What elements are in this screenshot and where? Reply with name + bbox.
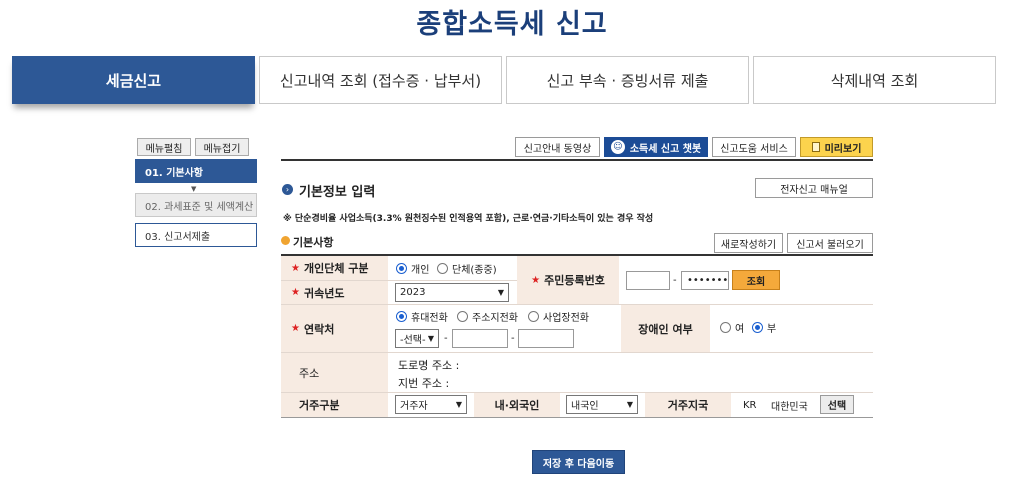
country-choose-button[interactable]: 선택 [820,395,854,414]
phone-dash: - [511,333,515,344]
guide-video-button[interactable]: 신고안내 동영상 [515,137,600,157]
rrn-dash: - [673,275,677,286]
tab-tax-filing[interactable]: 세금신고 [12,56,255,104]
lookup-button[interactable]: 조회 [732,270,780,290]
country-label: 거주지국 [645,393,731,417]
menu-collapse-button[interactable]: 메뉴접기 [195,138,249,156]
bullet-icon [281,236,290,245]
sub-title: 기본사항 [293,236,334,249]
sidebar-item-tax-calc[interactable]: 02. 과세표준 및 세액계산 [135,193,257,217]
new-form-button[interactable]: 새로작성하기 [714,233,783,253]
radio-off-icon [528,310,539,322]
phone-prefix-select[interactable]: -선택- ▼ [395,329,439,348]
divider [281,159,873,161]
year-label: ★ 귀속년도 [281,281,388,304]
rrn-front-input[interactable] [626,271,670,290]
tab-attachments[interactable]: 신고 부속 · 증빙서류 제출 [506,56,749,104]
sidebar-item-submit[interactable]: 03. 신고서제출 [135,223,257,247]
radio-off-icon [437,262,448,274]
nationality-label: 내·외국인 [474,393,560,417]
phone-mobile-radio[interactable]: 휴대전화 [396,309,448,324]
notice-text: ※ 단순경비율 사업소득(3.3% 원천징수된 인적용역 포함), 근로·연금·… [283,214,654,224]
type-individual-radio[interactable]: 개인 [396,256,429,280]
tab-filing-history[interactable]: 신고내역 조회 (접수증 · 납부서) [259,56,502,104]
save-next-button[interactable]: 저장 후 다음이동 [532,450,625,474]
tab-deleted-history[interactable]: 삭제내역 조회 [753,56,996,104]
contact-label: ★ 연락처 [281,305,388,352]
lot-address-text: 지번 주소 : [398,377,450,390]
disabled-no-radio[interactable]: 부 [752,320,776,335]
help-service-button[interactable]: 신고도움 서비스 [712,137,796,157]
road-address-text: 도로명 주소 : [398,359,460,372]
country-code: KR [743,399,757,411]
residence-label: 거주구분 [281,393,388,417]
country-name: 대한민국 [771,401,808,413]
table-bottom-border [281,417,873,418]
menu-expand-button[interactable]: 메뉴펼침 [137,138,191,156]
rrn-label: ★ 주민등록번호 [517,256,619,304]
radio-off-icon [720,321,731,333]
section-title: 기본정보 입력 [299,185,376,200]
radio-on-icon [752,321,763,333]
caret-down-icon: ▼ [191,185,197,193]
phone-work-radio[interactable]: 사업장전화 [528,309,589,324]
preview-button[interactable]: 미리보기 [800,137,873,157]
radio-on-icon [396,310,407,322]
chevron-down-icon: ▼ [626,400,633,409]
radio-off-icon [457,310,468,322]
address-label: 주소 [281,353,388,392]
chatbot-label: 소득세 신고 챗봇 [629,143,702,155]
disabled-label: 장애인 여부 [621,305,710,352]
page-title: 종합소득세 신고 [416,9,608,40]
rrn-back-input[interactable]: ••••••• [681,271,729,290]
phone-home-radio[interactable]: 주소지전화 [457,309,518,324]
arrow-right-icon: › [282,184,293,195]
chevron-down-icon: ▼ [497,288,504,297]
type-label: ★ 개인단체 구분 [281,256,388,280]
phone-last-input[interactable] [518,329,574,348]
phone-dash: - [444,333,448,344]
nationality-select[interactable]: 내국인 ▼ [566,395,638,414]
preview-label: 미리보기 [824,143,862,155]
phone-middle-input[interactable] [452,329,508,348]
chatbot-button[interactable]: ☺ 소득세 신고 챗봇 [604,137,708,157]
type-group-radio[interactable]: 단체(종중) [437,256,497,280]
year-select[interactable]: 2023 ▼ [395,283,509,302]
chevron-down-icon: ▼ [427,334,434,343]
sidebar-item-basic[interactable]: 01. 기본사항 [135,159,257,183]
chatbot-icon: ☺ [610,140,625,154]
load-form-button[interactable]: 신고서 불러오기 [787,233,873,253]
document-icon [811,142,820,152]
disabled-yes-radio[interactable]: 여 [720,320,744,335]
radio-on-icon [396,262,407,274]
residence-select[interactable]: 거주자 ▼ [395,395,467,414]
chevron-down-icon: ▼ [455,400,462,409]
e-filing-manual-button[interactable]: 전자신고 매뉴얼 [755,178,873,198]
